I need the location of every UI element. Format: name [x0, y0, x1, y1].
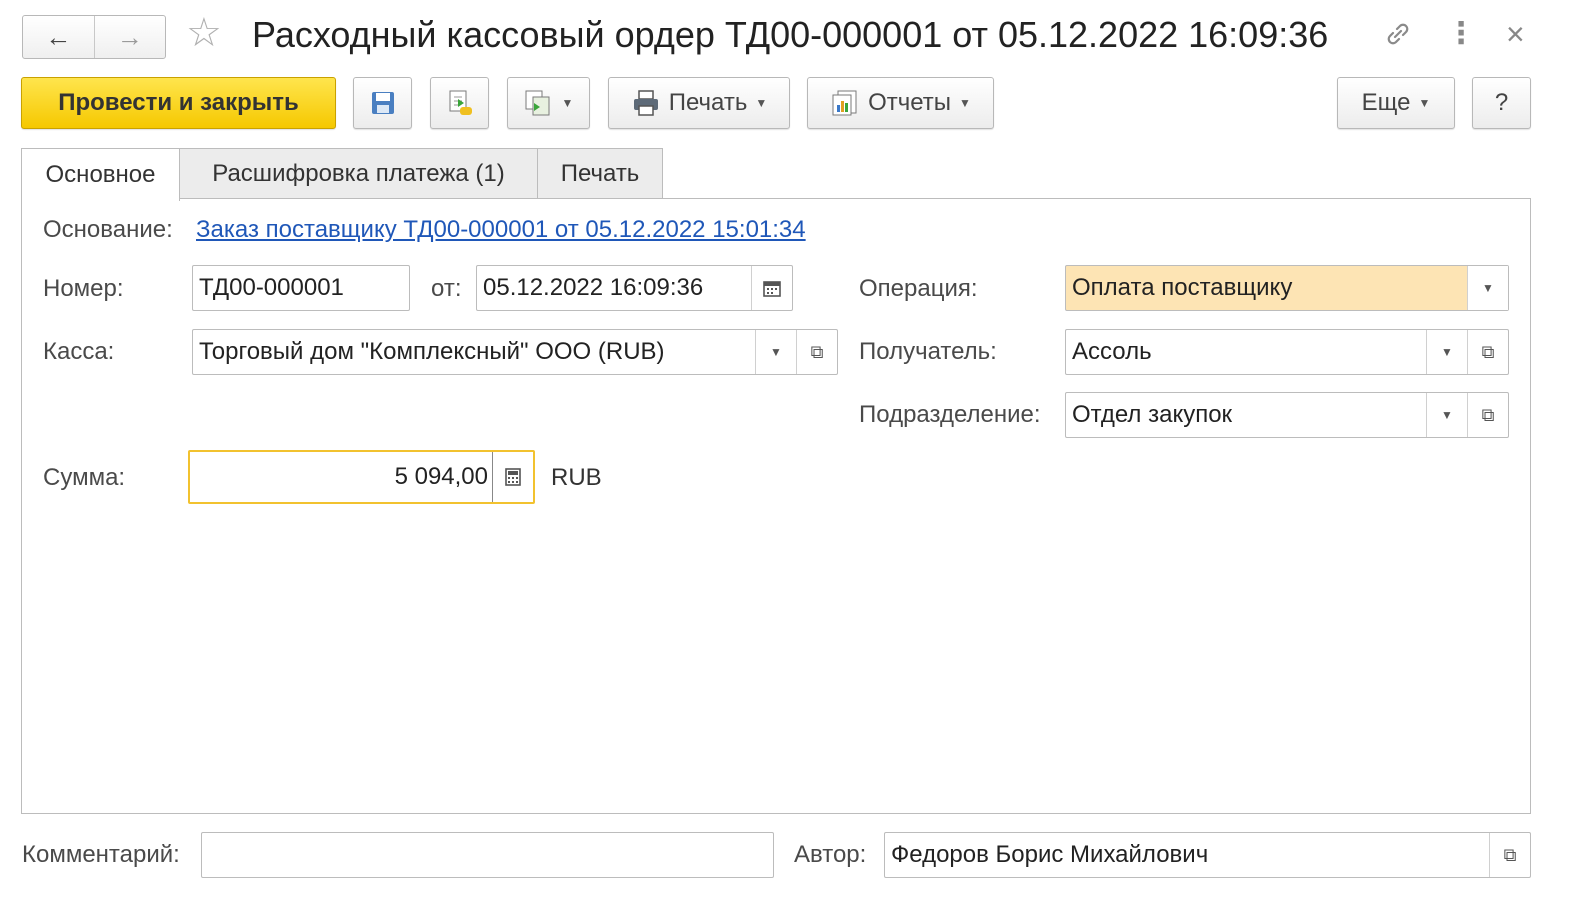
amount-label: Сумма: — [43, 464, 126, 491]
more-vert-icon[interactable]: ⋮ — [1446, 16, 1476, 51]
recipient-value: Ассоль — [1072, 338, 1152, 365]
calendar-icon[interactable] — [751, 266, 792, 310]
tab-main[interactable]: Основное — [21, 148, 180, 201]
create-based-on-button[interactable]: ▼ — [507, 77, 590, 129]
reports-button[interactable]: Отчеты ▼ — [807, 77, 994, 129]
printer-icon — [633, 90, 658, 116]
cashbox-select[interactable]: Торговый дом "Комплексный" ООО (RUB) ▼ ⧉ — [192, 329, 838, 375]
date-field[interactable]: 05.12.2022 16:09:36 — [476, 265, 793, 311]
chevron-down-icon: ▼ — [561, 96, 574, 110]
basis-link[interactable]: Заказ поставщику ТД00-000001 от 05.12.20… — [196, 216, 806, 244]
number-value: ТД00-000001 — [199, 274, 344, 301]
nav-buttons: ← → — [22, 15, 166, 59]
amount-field[interactable]: 5 094,00 — [188, 450, 535, 504]
open-item-icon[interactable]: ⧉ — [1467, 393, 1508, 437]
comment-field[interactable] — [201, 832, 774, 878]
window-title: Расходный кассовый ордер ТД00-000001 от … — [252, 14, 1329, 55]
author-label: Автор: — [794, 841, 867, 868]
author-field[interactable]: Федоров Борис Михайлович ⧉ — [884, 832, 1531, 878]
department-label: Подразделение: — [859, 401, 1041, 428]
save-button[interactable] — [353, 77, 412, 129]
help-button[interactable]: ? — [1472, 77, 1531, 129]
date-label: от: — [431, 275, 462, 302]
chevron-down-icon: ▼ — [755, 96, 768, 110]
tab-payment-details[interactable]: Расшифровка платежа (1) — [179, 148, 538, 199]
reports-label: Отчеты — [868, 89, 952, 116]
currency-label: RUB — [551, 464, 602, 491]
author-value: Федоров Борис Михайлович — [891, 841, 1209, 868]
save-icon — [371, 92, 394, 114]
operation-select[interactable]: Оплата поставщику ▼ — [1065, 265, 1509, 311]
operation-label: Операция: — [859, 275, 978, 302]
calculator-icon[interactable] — [492, 452, 533, 502]
open-item-icon[interactable]: ⧉ — [796, 330, 837, 374]
open-item-icon[interactable]: ⧉ — [1489, 833, 1530, 877]
post-document-icon — [449, 90, 472, 115]
operation-value: Оплата поставщику — [1072, 274, 1293, 301]
comment-label: Комментарий: — [22, 841, 180, 868]
help-label: ? — [1494, 89, 1509, 116]
basis-label: Основание: — [43, 216, 173, 243]
date-value: 05.12.2022 16:09:36 — [483, 274, 704, 301]
recipient-label: Получатель: — [859, 338, 997, 365]
create-based-on-icon — [525, 90, 550, 116]
dropdown-arrow-icon[interactable]: ▼ — [1467, 266, 1508, 310]
chevron-down-icon: ▼ — [1418, 96, 1431, 110]
close-icon[interactable]: × — [1506, 16, 1525, 53]
dropdown-arrow-icon[interactable]: ▼ — [1426, 330, 1467, 374]
cashbox-value: Торговый дом "Комплексный" ООО (RUB) — [199, 338, 665, 365]
more-button[interactable]: Еще ▼ — [1337, 77, 1455, 129]
post-and-close-button[interactable]: Провести и закрыть — [21, 77, 336, 129]
dropdown-arrow-icon[interactable]: ▼ — [1426, 393, 1467, 437]
print-button[interactable]: Печать ▼ — [608, 77, 790, 129]
number-field[interactable]: ТД00-000001 — [192, 265, 410, 311]
link-icon[interactable] — [1382, 18, 1414, 57]
cashbox-label: Касса: — [43, 338, 115, 365]
department-value: Отдел закупок — [1072, 401, 1233, 428]
tab-print[interactable]: Печать — [537, 148, 663, 199]
chevron-down-icon: ▼ — [959, 96, 971, 110]
favorite-star-icon[interactable]: ☆ — [186, 10, 222, 56]
back-icon[interactable]: ← — [23, 16, 94, 58]
forward-icon[interactable]: → — [93, 16, 166, 58]
reports-icon — [832, 90, 857, 116]
department-select[interactable]: Отдел закупок ▼ ⧉ — [1065, 392, 1509, 438]
more-label: Еще — [1361, 89, 1411, 116]
amount-value: 5 094,00 — [394, 463, 488, 490]
post-button[interactable] — [430, 77, 489, 129]
number-label: Номер: — [43, 275, 124, 302]
print-label: Печать — [668, 89, 748, 116]
recipient-select[interactable]: Ассоль ▼ ⧉ — [1065, 329, 1509, 375]
open-item-icon[interactable]: ⧉ — [1467, 330, 1508, 374]
post-and-close-label: Провести и закрыть — [58, 89, 299, 116]
dropdown-arrow-icon[interactable]: ▼ — [755, 330, 796, 374]
